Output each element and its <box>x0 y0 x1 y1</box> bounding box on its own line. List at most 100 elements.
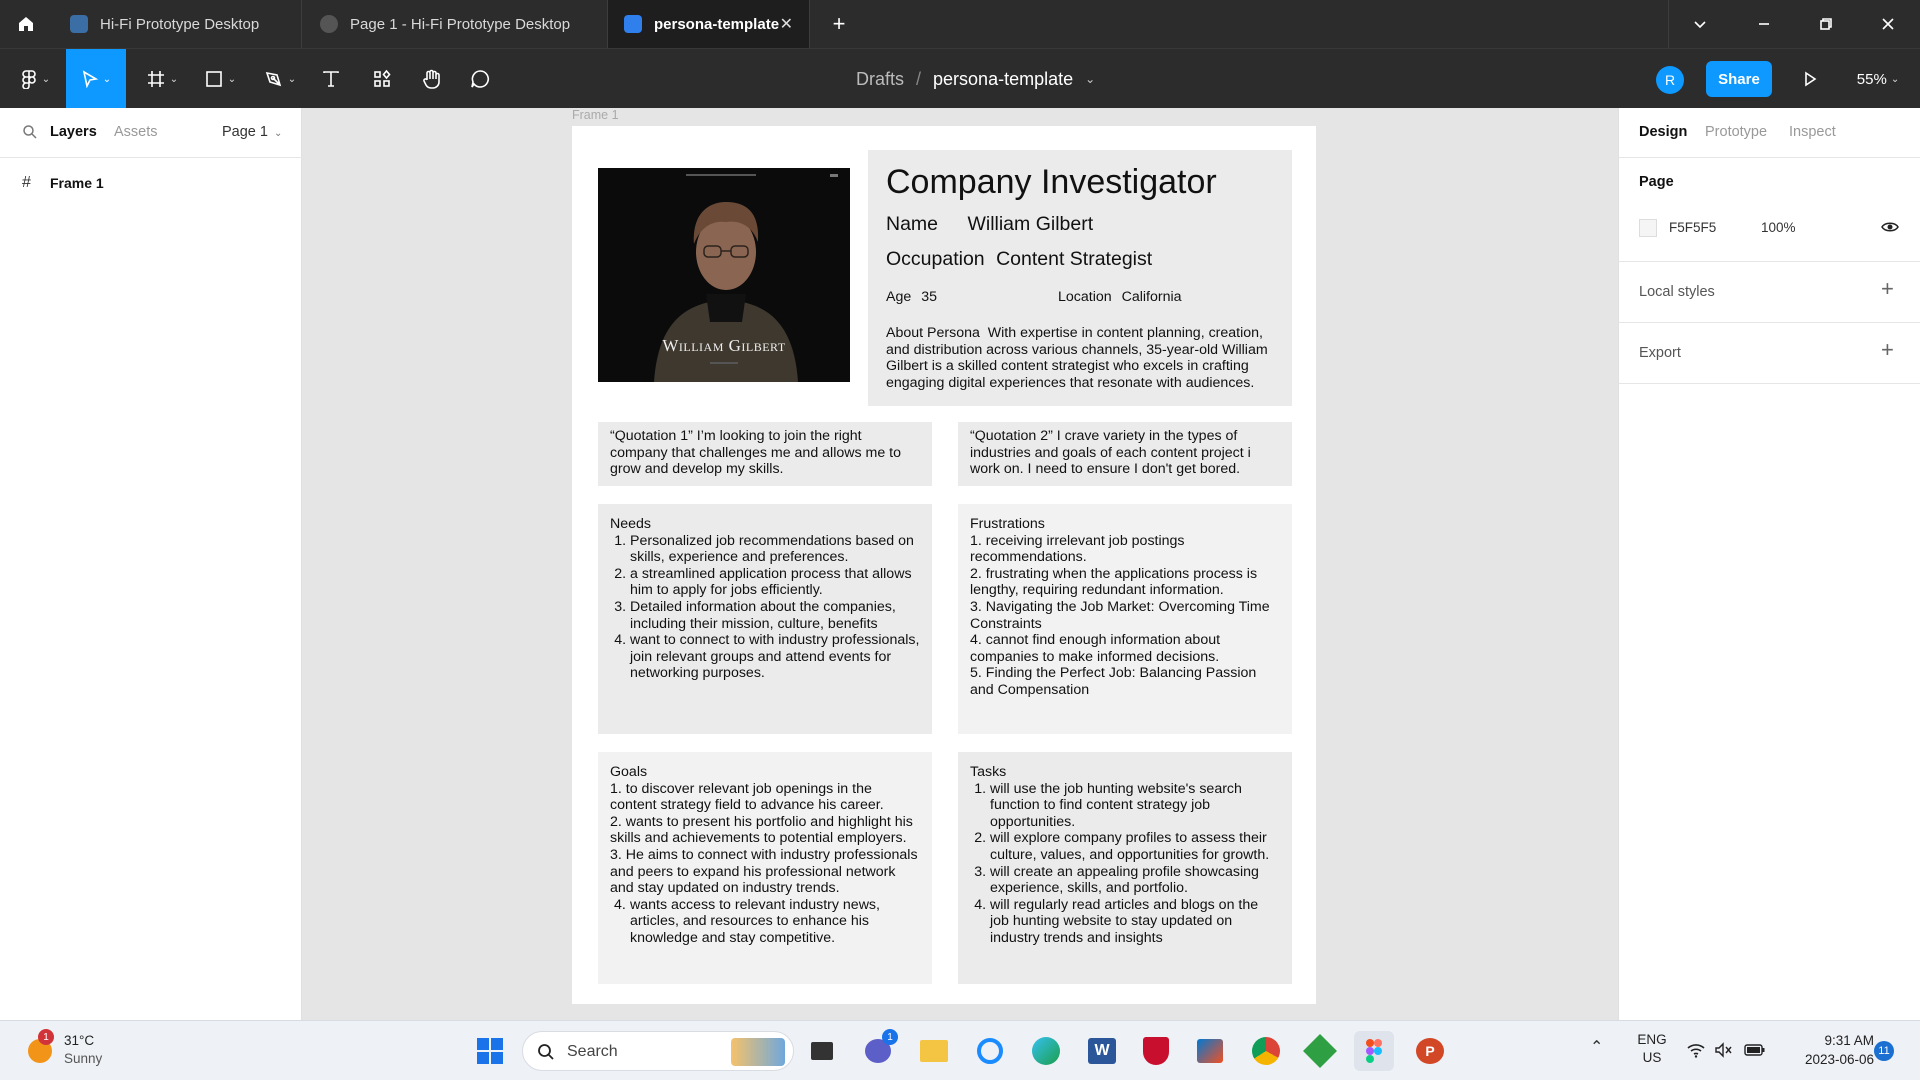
persona-photo: William Gilbert <box>598 168 850 382</box>
properties-panel: Design Prototype Inspect Page F5F5F5 100… <box>1618 108 1920 1020</box>
eye-icon[interactable] <box>1881 220 1899 234</box>
list-item: 2. frustrating when the applications pro… <box>970 565 1258 599</box>
minimize-icon[interactable] <box>1744 0 1784 48</box>
goals-title: Goals <box>610 764 648 780</box>
share-button[interactable]: Share <box>1706 61 1772 97</box>
tab-layers[interactable]: Layers <box>50 124 97 140</box>
age-row: Age 35 <box>886 289 937 306</box>
right-panel-tabs: Design Prototype Inspect <box>1619 108 1920 158</box>
search-box[interactable]: Search <box>522 1031 794 1071</box>
page-color-swatch[interactable] <box>1639 219 1657 237</box>
weather-widget[interactable]: 1 31°C Sunny <box>24 1029 144 1071</box>
hand-tool-button[interactable] <box>414 49 450 109</box>
resources-tool-button[interactable] <box>364 49 400 109</box>
clock[interactable]: 9:31 AM 2023-06-06 <box>1782 1031 1874 1069</box>
close-window-icon[interactable] <box>1868 0 1908 48</box>
tab-hifi-prototype[interactable]: Hi-Fi Prototype Desktop <box>52 0 302 48</box>
frame-label[interactable]: Frame 1 <box>572 108 619 122</box>
tab-page1-prototype[interactable]: Page 1 - Hi-Fi Prototype Desktop <box>302 0 608 48</box>
tab-persona-template[interactable]: persona-template ✕ <box>608 0 810 48</box>
search-highlight-image <box>731 1038 785 1066</box>
export-title: Export <box>1639 345 1681 361</box>
breadcrumb-drafts[interactable]: Drafts <box>856 69 904 90</box>
task-view-icon[interactable] <box>802 1031 842 1071</box>
list-item: 5. Finding the Perfect Job: Balancing Pa… <box>970 665 1257 698</box>
file-explorer-icon[interactable] <box>914 1031 954 1071</box>
edge-icon[interactable] <box>1026 1031 1066 1071</box>
main-menu-button[interactable]: ⌄ <box>10 49 60 109</box>
chevron-down-icon[interactable] <box>1680 0 1720 48</box>
search-icon[interactable] <box>22 124 38 140</box>
list-item: a streamlined application process that a… <box>630 566 920 599</box>
present-button[interactable] <box>1796 49 1824 109</box>
restore-icon[interactable] <box>1806 0 1846 48</box>
comment-tool-button[interactable] <box>462 49 498 109</box>
tab-assets[interactable]: Assets <box>114 124 158 140</box>
tab-label: Page 1 - Hi-Fi Prototype Desktop <box>350 15 571 33</box>
page-selector[interactable]: Page 1 ⌄ <box>222 124 282 140</box>
list-item: 4. cannot find enough information about … <box>970 632 1221 665</box>
layer-item-frame-1[interactable]: # Frame 1 <box>0 166 302 200</box>
list-item: 4. wants access to relevant industry new… <box>610 897 920 947</box>
weather-desc: Sunny <box>64 1051 103 1066</box>
tab-inspect[interactable]: Inspect <box>1789 124 1836 140</box>
powerpoint-icon[interactable]: P <box>1410 1031 1450 1071</box>
cortana-icon[interactable] <box>970 1031 1010 1071</box>
list-item: will explore company profiles to assess … <box>990 830 1280 863</box>
play-icon <box>320 15 338 33</box>
tab-prototype[interactable]: Prototype <box>1705 124 1767 140</box>
figma-icon[interactable] <box>1354 1031 1394 1071</box>
store-icon[interactable] <box>1190 1031 1230 1071</box>
page-opacity[interactable]: 100% <box>1761 220 1796 235</box>
chevron-down-icon[interactable]: ⌄ <box>1085 72 1095 86</box>
region-label: US <box>1642 1050 1662 1065</box>
pen-tool-button[interactable]: ⌄ <box>256 49 304 109</box>
quote-2-text: “Quotation 2” I crave variety in the typ… <box>970 428 1251 478</box>
file-name[interactable]: persona-template <box>933 69 1073 90</box>
language-indicator[interactable]: ENG US <box>1632 1031 1672 1067</box>
list-item: want to connect to with industry profess… <box>630 632 920 682</box>
battery-icon[interactable] <box>1744 1043 1766 1057</box>
frame-1[interactable]: William Gilbert Company Investigator Nam… <box>572 126 1316 1004</box>
volume-muted-icon[interactable] <box>1714 1042 1734 1058</box>
about-label: About Persona <box>886 325 980 341</box>
search-label: Search <box>567 1043 618 1060</box>
start-button[interactable] <box>470 1031 510 1071</box>
text-tool-button[interactable] <box>314 49 348 109</box>
quote-1-text: “Quotation 1” I’m looking to join the ri… <box>610 428 902 478</box>
avatar[interactable]: R <box>1656 66 1684 94</box>
teams-chat-icon[interactable]: 1 <box>858 1029 898 1071</box>
wifi-icon[interactable] <box>1686 1042 1706 1058</box>
list-item: will use the job hunting website's searc… <box>990 781 1280 831</box>
word-icon[interactable]: W <box>1082 1031 1122 1071</box>
close-tab-icon[interactable]: ✕ <box>780 14 793 34</box>
photo-subcaption <box>710 362 738 364</box>
list-item: will create an appealing profile showcas… <box>990 864 1280 897</box>
occupation-row: Occupation Content Strategist <box>886 249 1152 269</box>
new-tab-icon[interactable]: + <box>820 0 858 48</box>
chrome-icon[interactable] <box>1246 1031 1286 1071</box>
home-icon[interactable] <box>0 0 52 48</box>
weather-badge: 1 <box>38 1029 54 1045</box>
zoom-menu[interactable]: 55% ⌄ <box>1848 49 1908 109</box>
quote-1-card: “Quotation 1” I’m looking to join the ri… <box>598 422 932 486</box>
frame-tool-button[interactable]: ⌄ <box>138 49 186 109</box>
shape-tool-button[interactable]: ⌄ <box>196 49 244 109</box>
add-export-icon[interactable]: + <box>1881 337 1894 363</box>
list-item: will regularly read articles and blogs o… <box>990 897 1280 947</box>
list-item: Detailed information about the companies… <box>630 599 920 632</box>
list-item: 3. Navigating the Job Market: Overcoming… <box>970 598 1270 632</box>
notification-badge[interactable]: 11 <box>1874 1041 1894 1061</box>
page-color-hex[interactable]: F5F5F5 <box>1669 220 1716 235</box>
goal-4-text: wants access to relevant industry news, … <box>630 896 880 946</box>
chevron-up-icon[interactable]: ⌃ <box>1590 1037 1603 1057</box>
zoom-level: 55% <box>1856 70 1887 88</box>
add-style-icon[interactable]: + <box>1881 276 1894 302</box>
move-tool-button[interactable]: ⌄ <box>66 49 126 109</box>
photo-nav-links <box>686 174 756 176</box>
list-item: 3. He aims to connect with industry prof… <box>610 846 918 897</box>
app-icon-green[interactable] <box>1300 1031 1340 1071</box>
tab-design[interactable]: Design <box>1639 124 1687 140</box>
mcafee-icon[interactable] <box>1136 1031 1176 1071</box>
canvas[interactable]: Frame 1 William Gilbert Company Investig… <box>302 108 1618 1020</box>
